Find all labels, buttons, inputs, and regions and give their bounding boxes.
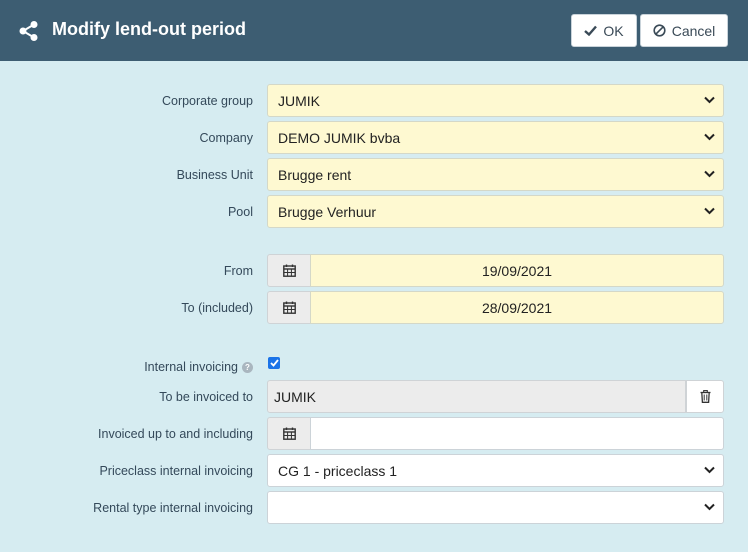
cancel-button[interactable]: Cancel [640, 14, 728, 47]
calendar-icon [282, 301, 296, 314]
corporate-group-select[interactable]: JUMIK [267, 84, 724, 117]
chevron-down-icon [704, 207, 715, 215]
chevron-down-icon [704, 96, 715, 104]
invoiced-up-to-field [267, 417, 724, 450]
priceclass-value: CG 1 - priceclass 1 [278, 462, 398, 479]
ok-button[interactable]: OK [571, 14, 637, 47]
rental-type-label: Rental type internal invoicing [93, 501, 253, 515]
pool-select[interactable]: Brugge Verhuur [267, 195, 724, 228]
corporate-group-value: JUMIK [278, 92, 320, 109]
cancel-label: Cancel [671, 22, 716, 39]
from-calendar-button[interactable] [267, 254, 311, 287]
to-be-invoiced-to-label: To be invoiced to [159, 390, 253, 404]
internal-invoicing-checkbox[interactable] [268, 357, 280, 369]
check-icon [269, 359, 279, 367]
from-date-input[interactable]: 19/09/2021 [310, 254, 724, 287]
internal-invoicing-label-text: Internal invoicing [144, 360, 238, 374]
priceclass-select[interactable]: CG 1 - priceclass 1 [267, 454, 724, 487]
chevron-down-icon [704, 133, 715, 141]
clear-button[interactable] [686, 380, 724, 413]
business-unit-value: Brugge rent [278, 166, 352, 183]
to-calendar-button[interactable] [267, 291, 311, 324]
calendar-icon [282, 427, 296, 440]
pool-label: Pool [227, 205, 253, 219]
internal-invoicing-label: Internal invoicing? [144, 360, 253, 374]
chevron-down-icon [704, 503, 715, 511]
chevron-down-icon [704, 466, 715, 474]
trash-icon [700, 390, 710, 403]
to-be-invoiced-to-field: JUMIK [267, 380, 686, 413]
rental-type-select[interactable] [267, 491, 724, 524]
company-select[interactable]: DEMO JUMIK bvba [267, 121, 724, 154]
to-date-input[interactable]: 28/09/2021 [310, 291, 724, 324]
from-label: From [223, 264, 253, 278]
invoiced-up-to-input[interactable] [310, 417, 724, 450]
check-icon [584, 25, 598, 36]
ban-icon [653, 24, 666, 37]
from-date-field: 19/09/2021 [267, 254, 724, 287]
corporate-group-label: Corporate group [161, 94, 253, 108]
invoiced-up-to-label: Invoiced up to and including [98, 427, 253, 441]
to-label: To (included) [181, 301, 253, 315]
company-value: DEMO JUMIK bvba [278, 129, 401, 146]
pool-value: Brugge Verhuur [278, 203, 377, 220]
to-date-field: 28/09/2021 [267, 291, 724, 324]
calendar-icon [282, 264, 296, 277]
dialog-header: Modify lend-out period OK Cancel [0, 0, 748, 61]
invoiced-up-to-calendar-button[interactable] [267, 417, 311, 450]
dialog-title: Modify lend-out period [52, 19, 246, 39]
company-label: Company [199, 131, 254, 145]
share-icon [19, 21, 38, 41]
chevron-down-icon [704, 170, 715, 178]
priceclass-label: Priceclass internal invoicing [99, 464, 253, 478]
ok-label: OK [603, 22, 624, 39]
help-icon[interactable]: ? [242, 362, 253, 374]
business-unit-label: Business Unit [176, 168, 253, 182]
business-unit-select[interactable]: Brugge rent [267, 158, 724, 191]
